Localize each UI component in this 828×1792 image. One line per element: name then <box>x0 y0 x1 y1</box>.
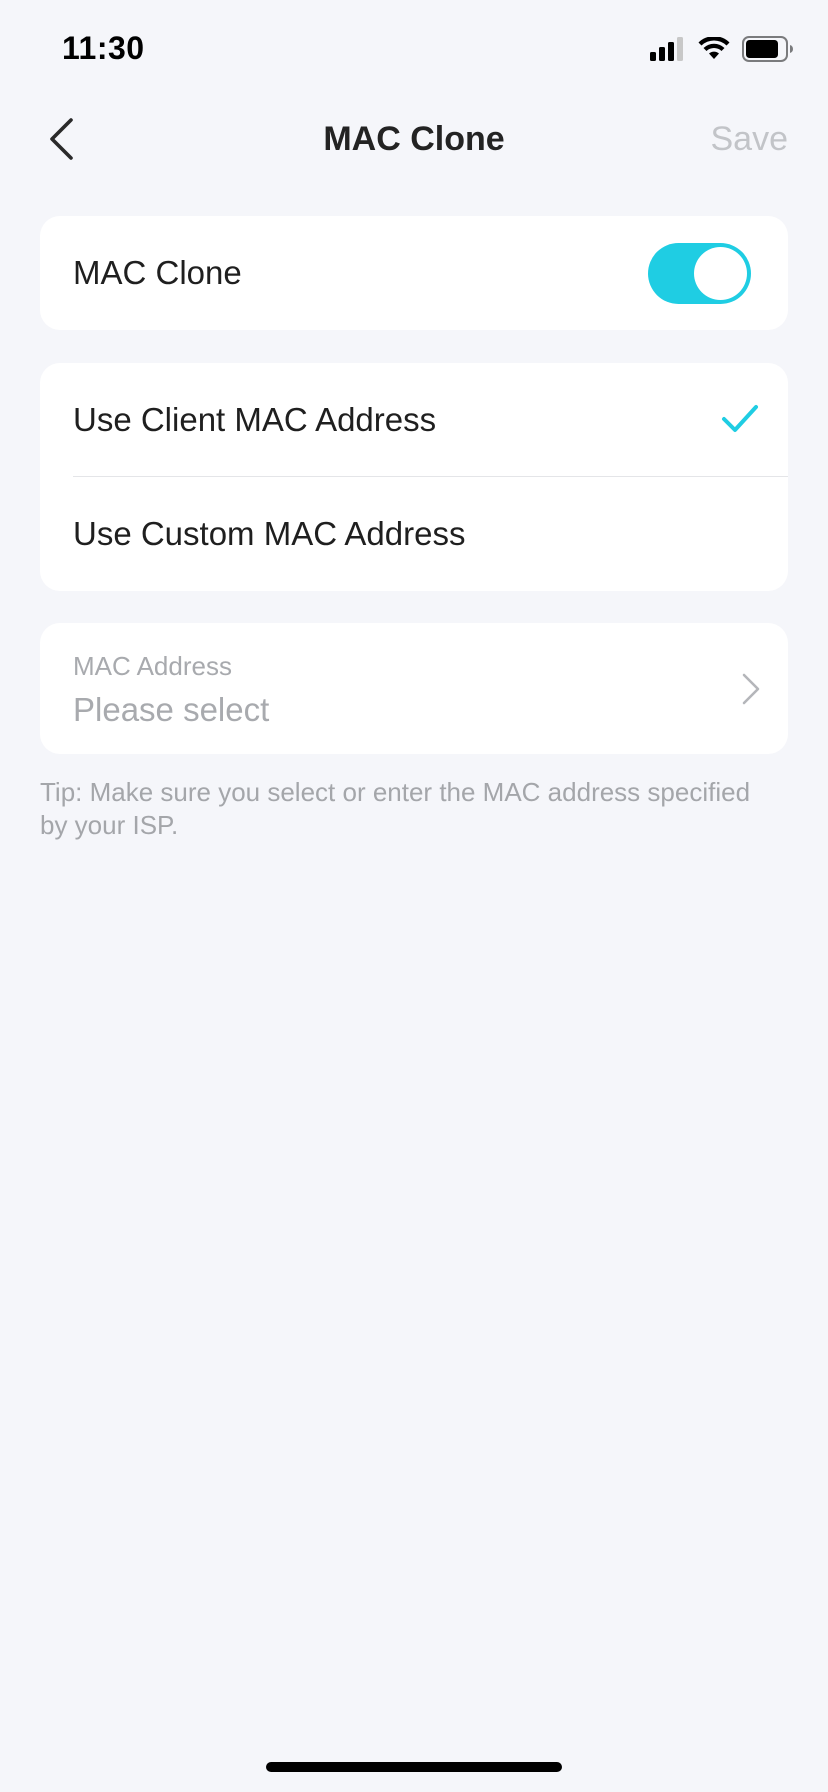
toggle-knob <box>694 247 747 300</box>
mac-clone-label: MAC Clone <box>73 254 242 291</box>
status-bar: 11:30 <box>0 0 828 100</box>
checkmark-icon <box>720 401 760 437</box>
option-use-client-mac[interactable]: Use Client MAC Address <box>40 363 788 477</box>
mac-clone-toggle[interactable] <box>648 243 751 304</box>
mac-address-label: MAC Address <box>73 651 232 681</box>
wifi-icon <box>698 35 730 66</box>
signal-icon <box>650 36 686 66</box>
mac-clone-card: MAC Clone <box>40 216 788 330</box>
mac-address-selector[interactable]: MAC Address Please select <box>40 623 788 754</box>
option-use-custom-mac[interactable]: Use Custom MAC Address <box>40 477 788 591</box>
page-title: MAC Clone <box>323 120 505 158</box>
option-label: Use Client MAC Address <box>73 401 437 438</box>
status-time: 11:30 <box>62 30 145 66</box>
mac-clone-screen: 11:30 MAC Clone Save MAC Clone Use Clien… <box>0 0 828 1792</box>
mac-source-options: Use Client MAC Address Use Custom MAC Ad… <box>40 363 788 591</box>
mac-address-placeholder: Please select <box>73 691 270 728</box>
status-icons <box>650 35 794 67</box>
chevron-right-icon <box>734 671 764 707</box>
nav-bar: MAC Clone Save <box>0 100 828 180</box>
battery-icon <box>742 35 794 67</box>
tip-text: Tip: Make sure you select or enter the M… <box>40 777 751 840</box>
option-label: Use Custom MAC Address <box>73 515 466 552</box>
home-indicator[interactable] <box>266 1762 562 1772</box>
save-button[interactable]: Save <box>711 120 789 159</box>
